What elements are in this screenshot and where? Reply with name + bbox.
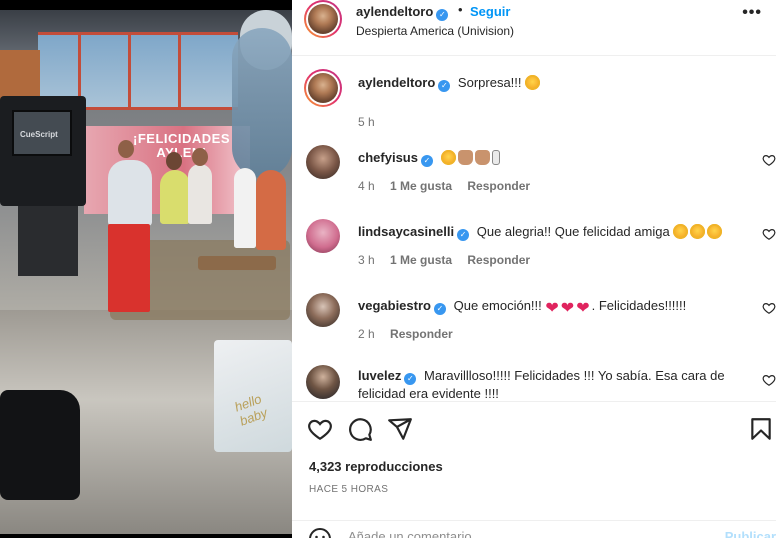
post-timestamp[interactable]: HACE 5 HORAS xyxy=(309,484,388,495)
caption-time[interactable]: 5 h xyxy=(358,115,375,129)
emoji-picker-icon[interactable] xyxy=(308,527,332,538)
video-frame-rig xyxy=(18,206,78,276)
comment-item: vegabiestro ✓ Que emoción!!! ❤ ❤ ❤. Felicid… xyxy=(292,291,776,351)
video-frame-table xyxy=(198,256,276,270)
video-frame-camera: CueScript xyxy=(0,96,86,206)
comment-icon[interactable] xyxy=(347,416,373,442)
caption-text: Sorpresa!!! xyxy=(457,75,522,90)
caption-username[interactable]: aylendeltoro ✓ xyxy=(358,75,451,92)
post-media[interactable]: ¡FELICIDADES AYLEN! CueScript hello baby xyxy=(0,0,292,538)
camera-label: CueScript xyxy=(20,130,58,139)
comment-time[interactable]: 4 h xyxy=(358,179,375,193)
like-comment-heart-icon[interactable] xyxy=(762,227,776,241)
comment-text-suffix: . Felicidades!!!!!! xyxy=(591,298,687,313)
clapping-hands-icon xyxy=(457,150,473,165)
baby-bottle-icon xyxy=(491,150,500,165)
red-heart-icon: ❤ xyxy=(560,300,575,317)
commenter-avatar[interactable] xyxy=(306,293,340,327)
heart-icon[interactable] xyxy=(307,416,333,442)
post-location[interactable]: Despierta America (Univision) xyxy=(356,24,514,38)
video-frame-person xyxy=(188,164,212,224)
publish-button[interactable]: Publicar xyxy=(725,529,776,538)
verified-badge-icon: ✓ xyxy=(438,80,451,92)
reply-button[interactable]: Responder xyxy=(390,327,453,341)
video-frame-person xyxy=(234,168,256,248)
post-details-panel: aylendeltoro ✓ • Seguir Despierta America… xyxy=(292,0,776,538)
commenter-avatar[interactable] xyxy=(306,219,340,253)
video-frame-gift-bag: hello baby xyxy=(214,340,292,452)
like-comment-heart-icon[interactable] xyxy=(762,301,776,315)
like-comment-heart-icon[interactable] xyxy=(762,153,776,167)
verified-badge-icon: ✓ xyxy=(457,229,470,241)
comments-list[interactable]: aylendeltoro ✓ Sorpresa!!! 5 h chefyisus ✓… xyxy=(292,57,776,400)
star-struck-icon xyxy=(690,224,706,239)
commenter-username[interactable]: lindsaycasinelli ✓ xyxy=(358,224,470,241)
post-header: aylendeltoro ✓ • Seguir Despierta America… xyxy=(292,0,776,56)
follow-button[interactable]: Seguir xyxy=(470,4,510,19)
video-frame-person xyxy=(256,170,286,250)
comment-item: lindsaycasinelli ✓ Que alegria!! Que feli… xyxy=(292,217,776,277)
video-frame-person-head xyxy=(166,152,182,170)
caption-meta: 5 h xyxy=(358,115,387,129)
author-username[interactable]: aylendeltoro ✓ xyxy=(356,4,449,21)
verified-badge-icon: ✓ xyxy=(433,303,446,315)
verified-badge-icon: ✓ xyxy=(420,155,433,167)
video-banner-text: ¡FELICIDADES AYLEN! xyxy=(133,131,230,160)
verified-badge-icon: ✓ xyxy=(436,9,449,21)
more-options-icon[interactable]: ••• xyxy=(742,4,762,22)
caption: aylendeltoro ✓ Sorpresa!!! 5 h xyxy=(292,67,776,129)
video-frame-speaker xyxy=(0,390,80,500)
video-frame-person xyxy=(160,170,190,224)
star-struck-icon xyxy=(440,150,456,165)
video-player[interactable]: ¡FELICIDADES AYLEN! CueScript hello baby xyxy=(0,10,292,534)
clapping-hands-icon xyxy=(474,150,490,165)
comment-meta: 3 h 1 Me gusta Responder xyxy=(358,253,542,267)
video-frame-person xyxy=(108,224,150,312)
view-count[interactable]: 4,323 reproducciones xyxy=(309,459,443,474)
reply-button[interactable]: Responder xyxy=(467,253,530,267)
video-frame-balloon xyxy=(232,28,292,178)
comment-meta: 4 h 1 Me gusta Responder xyxy=(358,179,542,193)
post-actions: 4,323 reproducciones HACE 5 HORAS Public… xyxy=(292,401,776,538)
video-frame-person-head xyxy=(192,148,208,166)
video-frame-person xyxy=(108,160,152,226)
commenter-avatar[interactable] xyxy=(306,145,340,179)
author-avatar[interactable] xyxy=(304,0,342,38)
comment-time[interactable]: 2 h xyxy=(358,327,375,341)
star-struck-icon xyxy=(707,224,723,239)
red-heart-icon: ❤ xyxy=(576,300,590,317)
comment-time[interactable]: 3 h xyxy=(358,253,375,267)
add-comment-input[interactable] xyxy=(348,529,688,538)
reply-button[interactable]: Responder xyxy=(467,179,530,193)
comment-likes[interactable]: 1 Me gusta xyxy=(390,179,452,193)
add-comment-bar: Publicar xyxy=(292,520,776,538)
video-frame-person-head xyxy=(118,140,134,158)
comment-likes[interactable]: 1 Me gusta xyxy=(390,253,452,267)
comment-text: Que alegria!! Que felicidad amiga xyxy=(476,224,670,239)
commenter-username[interactable]: vegabiestro ✓ xyxy=(358,298,446,315)
gift-bag-text: hello baby xyxy=(232,391,270,429)
verified-badge-icon: ✓ xyxy=(404,373,417,385)
separator-dot: • xyxy=(458,2,463,17)
smiling-face-with-hearts-icon xyxy=(525,75,541,90)
author-username-text[interactable]: aylendeltoro xyxy=(356,4,433,19)
bookmark-icon[interactable] xyxy=(748,416,774,442)
like-comment-heart-icon[interactable] xyxy=(762,373,776,387)
comment-item: luvelez ✓ Maravillloso!!!!! Felicidades !… xyxy=(292,363,776,400)
star-struck-icon xyxy=(673,224,689,239)
commenter-avatar[interactable] xyxy=(306,365,340,399)
comment-text: Que emoción!!! xyxy=(453,298,542,313)
caption-avatar[interactable] xyxy=(304,69,342,107)
comment-item: chefyisus ✓ 4 h 1 Me gusta Responder xyxy=(292,143,776,203)
red-heart-icon: ❤ xyxy=(545,300,559,317)
commenter-username[interactable]: chefyisus ✓ xyxy=(358,150,433,167)
share-icon[interactable] xyxy=(387,416,413,442)
commenter-username[interactable]: luvelez ✓ xyxy=(358,368,417,385)
comment-meta: 2 h Responder xyxy=(358,327,465,341)
